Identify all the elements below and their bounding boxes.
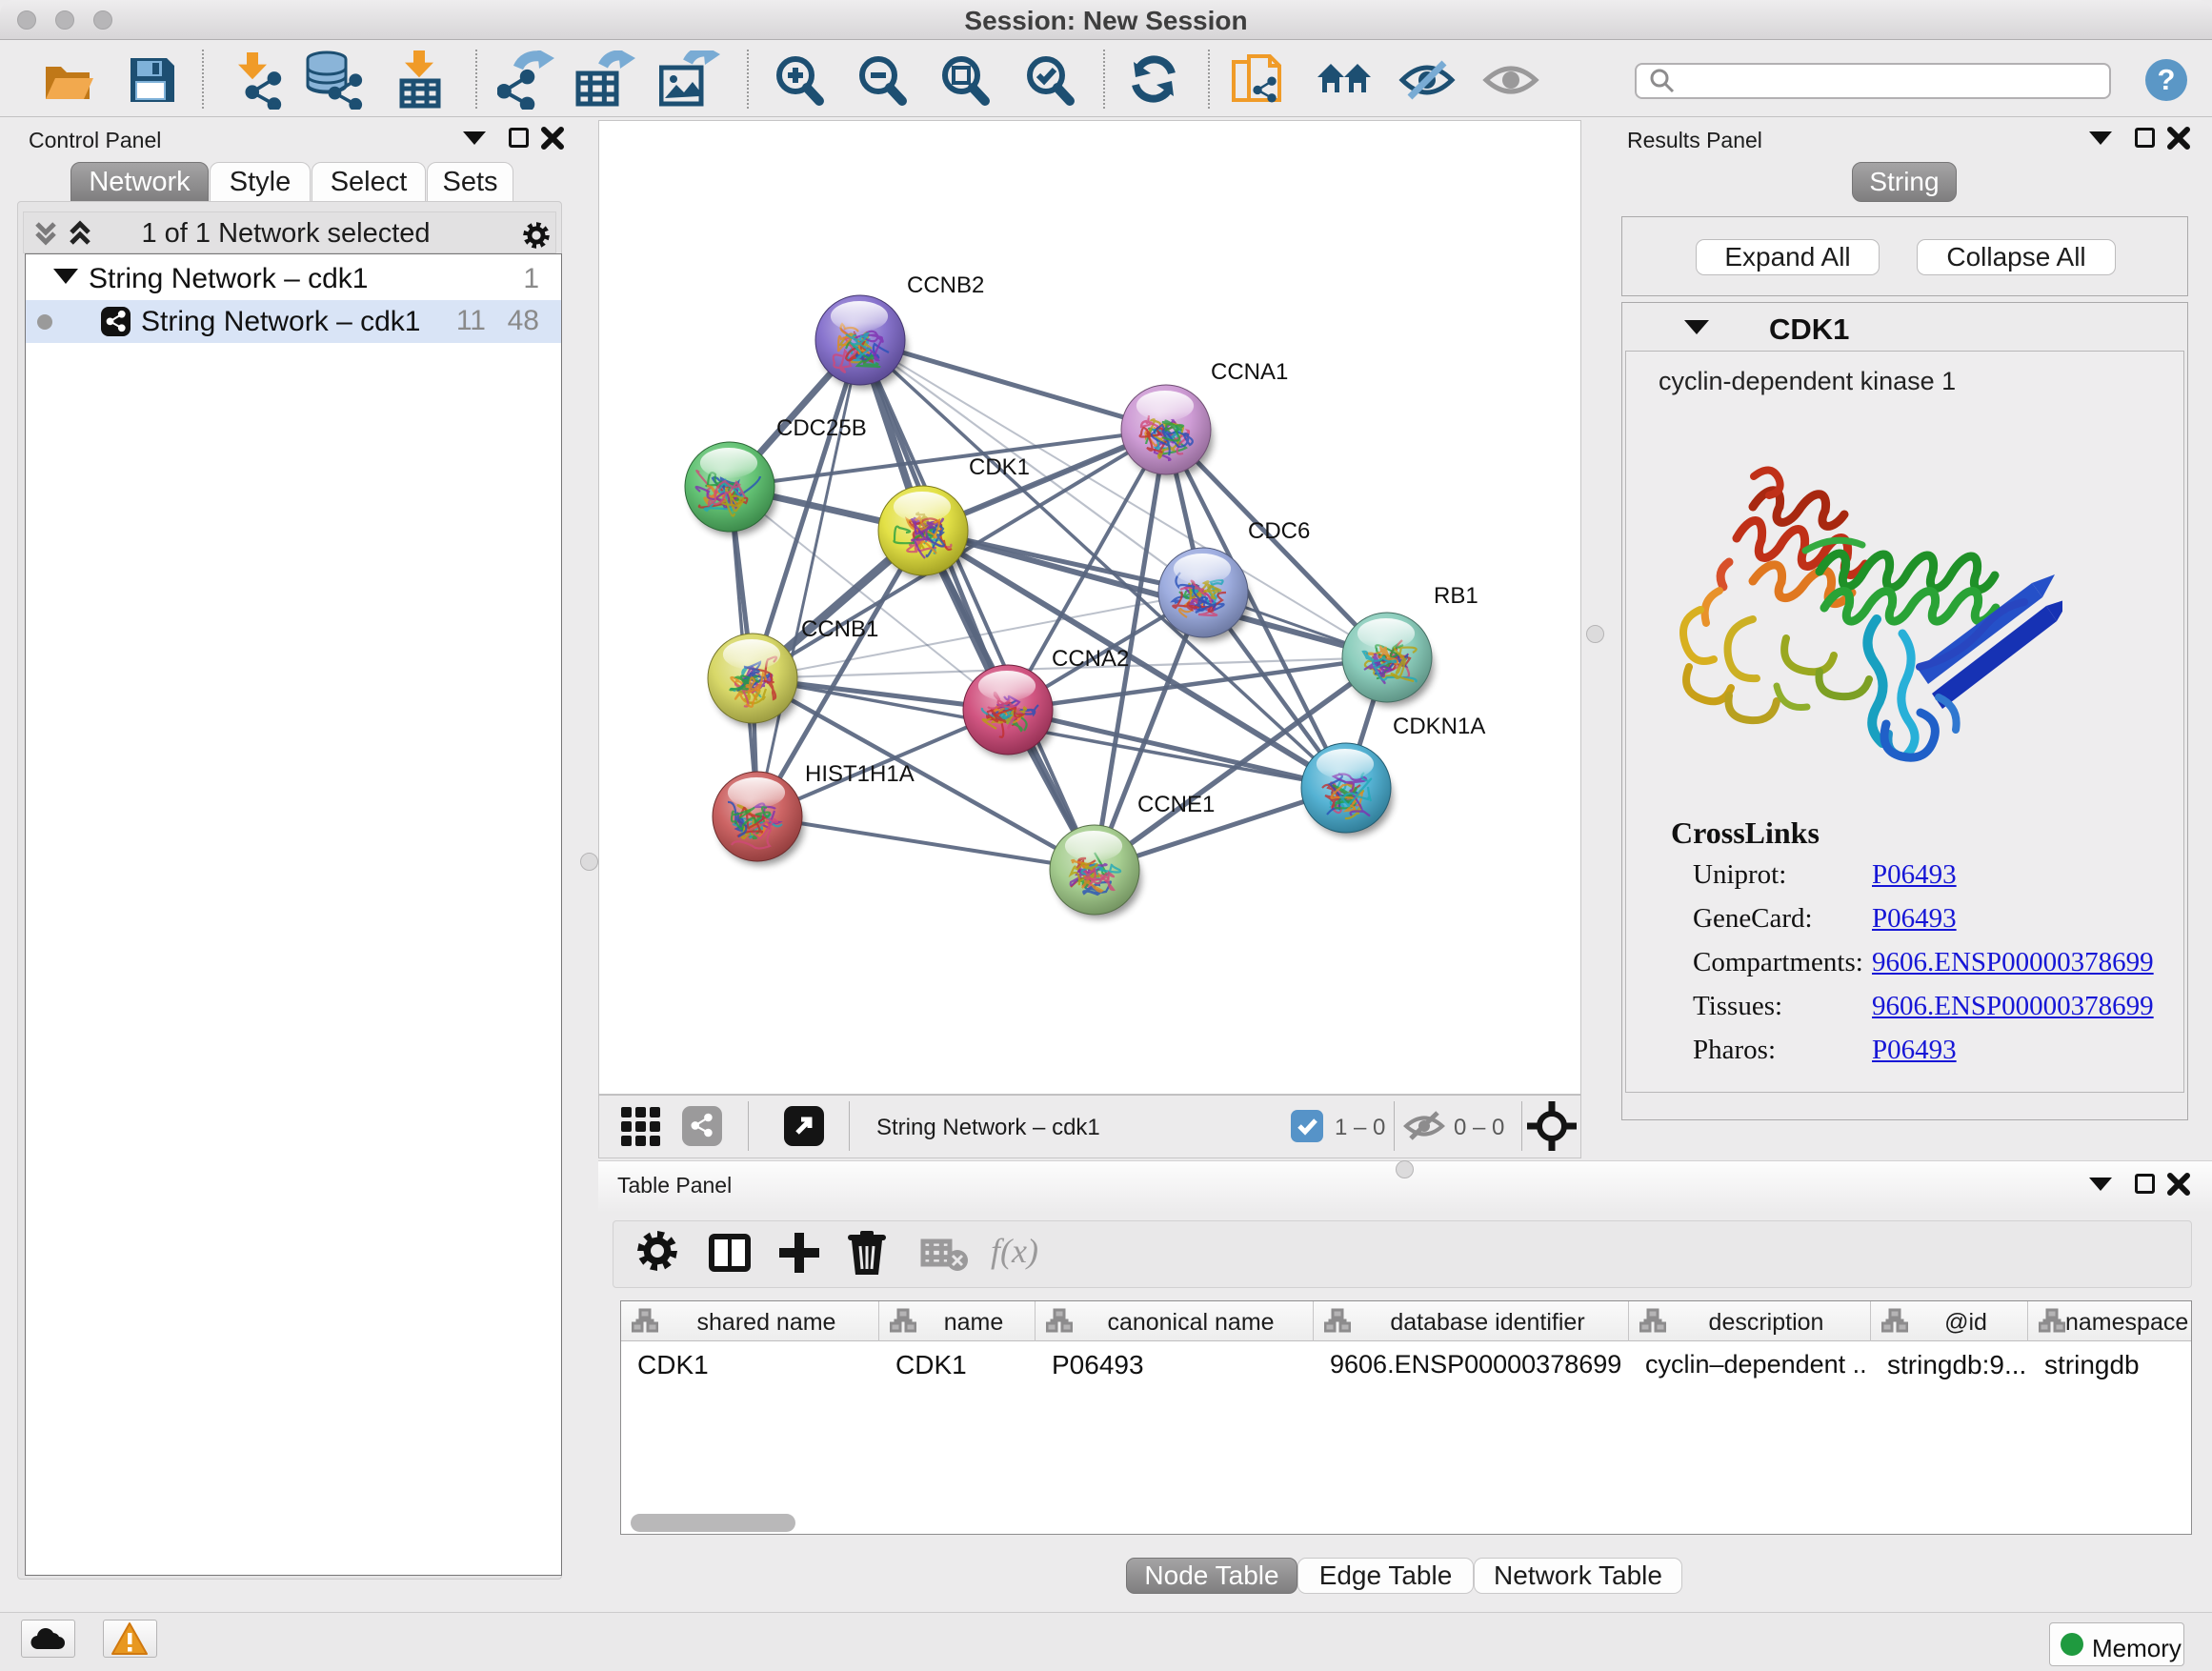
svg-text:CDC6: CDC6 [1248,518,1310,544]
svg-text:CDC25B: CDC25B [776,415,867,441]
svg-text:CCNA1: CCNA1 [1211,359,1288,385]
svg-text:CCNB1: CCNB1 [801,616,878,642]
svg-text:CCNE1: CCNE1 [1137,792,1215,817]
svg-text:CDK1: CDK1 [969,454,1030,480]
svg-text:RB1: RB1 [1434,583,1478,609]
svg-text:CCNA2: CCNA2 [1052,646,1129,672]
svg-text:CCNB2: CCNB2 [907,272,984,298]
svg-text:CDKN1A: CDKN1A [1393,714,1485,739]
svg-text:HIST1H1A: HIST1H1A [805,761,915,787]
